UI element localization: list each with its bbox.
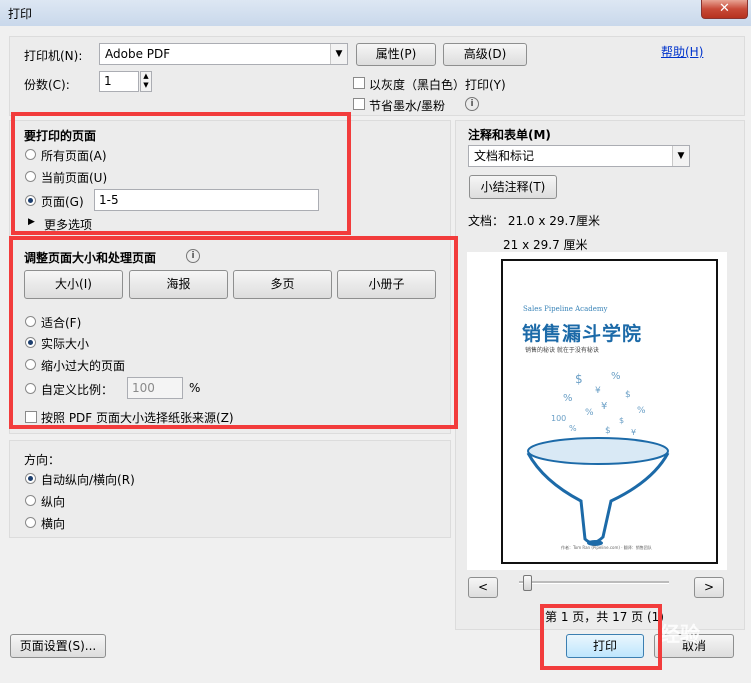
page-setup-button[interactable]: 页面设置(S)... (10, 634, 106, 658)
landscape-radio[interactable] (25, 517, 36, 528)
stepper-down-icon[interactable]: ▼ (141, 81, 151, 90)
watermark-text: 经验 (660, 622, 700, 646)
cover-tagline: 销售的秘诀 就在于没有秘诀 (525, 347, 599, 354)
title-bar: 打印 ✕ (0, 0, 751, 27)
comments-select[interactable]: 文档和标记 ▼ (468, 145, 690, 167)
printer-select[interactable]: Adobe PDF ▼ (99, 43, 348, 65)
window-title: 打印 (8, 7, 33, 21)
properties-button[interactable]: 属性(P) (356, 43, 436, 66)
svg-text:¥: ¥ (595, 386, 601, 396)
svg-text:$: $ (575, 372, 583, 386)
advanced-button[interactable]: 高级(D) (443, 43, 527, 66)
save-ink-checkbox[interactable] (353, 98, 365, 110)
orientation-title: 方向： (24, 453, 61, 467)
orientation-panel (9, 440, 451, 538)
page-slider-track[interactable] (519, 581, 669, 584)
highlight-box-sizing (9, 236, 458, 429)
comments-title: 注释和表单(M) (468, 128, 551, 142)
paper-size-label: 21 x 29.7 厘米 (503, 238, 588, 252)
chevron-down-icon: ▼ (330, 44, 347, 64)
page-slider-handle[interactable] (523, 575, 532, 591)
auto-orientation-radio[interactable] (25, 473, 36, 484)
svg-text:%: % (611, 371, 621, 382)
chevron-down-icon: ▼ (672, 146, 689, 166)
svg-text:%: % (585, 408, 594, 418)
svg-text:¥: ¥ (631, 428, 636, 437)
funnel-illustration: % $ ¥ % $ 100 % ¥ $ % % $ ¥ (526, 371, 670, 546)
grayscale-checkbox[interactable] (353, 77, 365, 89)
svg-text:%: % (569, 424, 577, 433)
svg-text:¥: ¥ (601, 401, 607, 412)
svg-text:%: % (637, 406, 646, 416)
copies-stepper[interactable]: ▲ ▼ (140, 71, 152, 92)
help-link[interactable]: 帮助(H) (661, 43, 703, 60)
printer-selected-value: Adobe PDF (105, 47, 171, 61)
highlight-box-print (540, 604, 662, 670)
highlight-box-pages (11, 112, 351, 235)
close-button[interactable]: ✕ (701, 0, 748, 19)
preview-page: Sales Pipeline Academy 销售漏斗学院 销售的秘诀 就在于没… (501, 259, 718, 564)
copies-label: 份数(C): (24, 78, 70, 92)
next-page-button[interactable]: > (694, 577, 724, 598)
landscape-label: 横向 (41, 517, 66, 531)
portrait-label: 纵向 (41, 495, 66, 509)
svg-text:%: % (563, 393, 573, 404)
copies-input[interactable]: 1 (99, 71, 139, 92)
info-icon[interactable]: i (465, 97, 479, 111)
previous-page-button[interactable]: < (468, 577, 498, 598)
svg-text:$: $ (619, 416, 624, 425)
cover-subtitle: Sales Pipeline Academy (523, 305, 608, 313)
grayscale-label: 以灰度（黑白色）打印(Y) (369, 78, 506, 92)
printer-label: 打印机(N): (24, 49, 83, 63)
portrait-radio[interactable] (25, 495, 36, 506)
comments-selected-value: 文档和标记 (474, 149, 535, 163)
save-ink-label: 节省墨水/墨粉 (369, 99, 446, 113)
svg-text:$: $ (605, 426, 611, 436)
summarize-comments-button[interactable]: 小结注释(T) (469, 175, 557, 199)
svg-text:100: 100 (551, 414, 566, 423)
stepper-up-icon[interactable]: ▲ (141, 72, 151, 81)
cover-footer: 作者：Tom Ran (Pipeline.com) · 翻译：销售团队 (561, 545, 652, 550)
svg-text:$: $ (625, 390, 631, 400)
document-size-label: 文档： 21.0 x 29.7厘米 (468, 214, 600, 228)
cover-title: 销售漏斗学院 (522, 323, 643, 345)
auto-orientation-label: 自动纵向/横向(R) (41, 473, 135, 487)
